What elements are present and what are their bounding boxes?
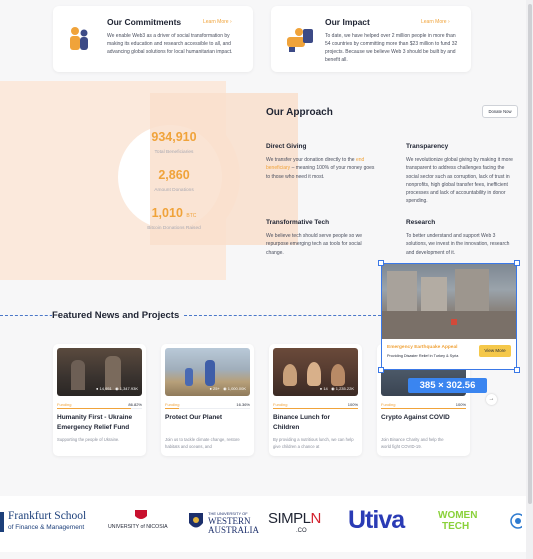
stat-value: 934,910 bbox=[151, 130, 197, 144]
stat-value: 2,860 bbox=[158, 168, 190, 182]
frankfurt-school-logo[interactable]: Frankfurt School of Finance & Management bbox=[0, 510, 98, 534]
donate-now-button[interactable]: Donate Now bbox=[482, 105, 518, 118]
commitments-text: We enable Web3 as a driver of social tra… bbox=[107, 33, 233, 55]
transparency-text: We revolutionize global giving by making… bbox=[406, 157, 513, 205]
un-emblem-icon bbox=[510, 513, 526, 529]
resize-handle[interactable] bbox=[514, 367, 520, 373]
chevron-right-icon: › bbox=[229, 19, 232, 25]
progress-percent: 16.36% bbox=[236, 402, 250, 407]
impact-text: To date, we have helped over 2 million p… bbox=[325, 33, 458, 63]
stat-label: Bitcoin Donations Raised bbox=[147, 226, 201, 231]
university-of-nicosia-logo[interactable]: UNIVERSITY of NICOSIA bbox=[108, 510, 176, 534]
card-description: Join Binance Charity and help the world … bbox=[381, 437, 444, 449]
research-text: To better understand and support Web 3 s… bbox=[406, 233, 510, 256]
impact-card: Our Impact Learn More › To date, we have… bbox=[271, 6, 471, 72]
user-icon: ● bbox=[96, 386, 99, 391]
logo-text: Utiva bbox=[348, 506, 405, 534]
simplon-logo[interactable]: SIMPLN .CO bbox=[268, 510, 338, 536]
news-card[interactable]: ● 25+ ◉ 1,000.00K Funding 16.36% Protect… bbox=[161, 344, 254, 456]
selection-outline bbox=[381, 263, 517, 370]
logo-text: Frankfurt School bbox=[8, 510, 87, 522]
logo-text: UNIVERSITY of NICOSIA bbox=[108, 524, 168, 530]
resize-handle[interactable] bbox=[514, 260, 520, 266]
user-icon: ● bbox=[319, 386, 323, 391]
progress-bar bbox=[57, 408, 142, 410]
resize-handle[interactable] bbox=[378, 367, 384, 373]
stat-unit: BTC bbox=[186, 213, 197, 219]
utiva-logo[interactable]: Utiva bbox=[348, 506, 426, 538]
uwa-logo[interactable]: THE UNIVERSITY OF WESTERN AUSTRALIA bbox=[188, 510, 259, 536]
featured-title: Featured News and Projects bbox=[52, 310, 184, 321]
logo-text: .CO bbox=[296, 528, 307, 534]
coin-icon: ◉ bbox=[223, 386, 227, 391]
logo-text: of Finance & Management bbox=[8, 524, 85, 531]
logo-text: AUSTRALIA bbox=[208, 525, 259, 535]
impact-title: Our Impact bbox=[325, 17, 370, 27]
womentech-logo[interactable]: WOMEN TECH bbox=[438, 510, 494, 536]
commitments-card: Our Commitments Learn More › We enable W… bbox=[53, 6, 253, 72]
hand-coin-icon bbox=[287, 28, 313, 52]
card-description: Supporting the people of Ukraine. bbox=[57, 437, 120, 442]
news-card[interactable]: ● 14,951 ◉ 1,347.93K Funding 86.82% Huma… bbox=[53, 344, 146, 456]
card-title: Crypto Against COVID bbox=[381, 414, 450, 421]
nicosia-crest-icon bbox=[135, 510, 147, 519]
partner-logos: Frankfurt School of Finance & Management… bbox=[0, 496, 533, 552]
transformative-tech-title: Transformative Tech bbox=[266, 219, 330, 226]
approach-title: Our Approach bbox=[266, 107, 333, 118]
direct-giving-title: Direct Giving bbox=[266, 143, 307, 150]
card-meta: ● 14,951 ◉ 1,347.93K bbox=[96, 386, 138, 391]
commitments-learn-more-link[interactable]: Learn More › bbox=[203, 19, 232, 25]
people-icon bbox=[70, 27, 88, 50]
progress-percent: 100% bbox=[347, 402, 358, 407]
transparency-title: Transparency bbox=[406, 143, 449, 150]
progress-bar bbox=[381, 408, 466, 410]
progress-bar bbox=[165, 408, 250, 410]
page-scrollbar[interactable] bbox=[526, 0, 533, 559]
transformative-tech-text: We believe tech should serve people so w… bbox=[266, 233, 363, 256]
logo-text: WOMEN bbox=[438, 510, 478, 521]
logo-text: SIMPLN bbox=[268, 510, 321, 527]
coin-icon: ◉ bbox=[115, 386, 119, 391]
scrollbar-thumb[interactable] bbox=[527, 4, 532, 504]
status-badge: Funding bbox=[165, 402, 180, 407]
news-card[interactable]: ● 14 ◉ 1,235.22K Funding 100% Binance Lu… bbox=[269, 344, 362, 456]
card-title: Protect Our Planet bbox=[165, 414, 223, 421]
card-meta: ● 25+ ◉ 1,000.00K bbox=[209, 386, 246, 391]
user-icon: ● bbox=[209, 386, 212, 391]
stat-label: Amount Donations bbox=[154, 188, 194, 193]
card-title: Humanity First - Ukraine Emergency Relie… bbox=[57, 414, 133, 431]
card-description: By providing a nutritious lunch, we can … bbox=[273, 437, 354, 449]
status-badge: Funding bbox=[57, 402, 72, 407]
card-description: Join us to tackle climate change, restor… bbox=[165, 437, 240, 449]
commitments-title: Our Commitments bbox=[107, 17, 182, 27]
carousel-next-button[interactable]: → bbox=[486, 394, 497, 405]
resize-handle[interactable] bbox=[378, 260, 384, 266]
coin-icon: ◉ bbox=[331, 386, 335, 391]
un-logo[interactable] bbox=[508, 512, 526, 535]
direct-giving-text: We transfer your donation directly to th… bbox=[266, 157, 375, 180]
card-meta: ● 14 ◉ 1,235.22K bbox=[319, 386, 354, 391]
logo-text: TECH bbox=[442, 521, 470, 532]
chevron-right-icon: › bbox=[447, 19, 450, 25]
status-badge: Funding bbox=[273, 402, 288, 407]
card-title: Binance Lunch for Children bbox=[273, 414, 331, 431]
progress-percent: 86.82% bbox=[128, 402, 142, 407]
arrow-right-icon: → bbox=[488, 396, 495, 402]
research-title: Research bbox=[406, 219, 436, 226]
dimensions-badge: 385 × 302.56 bbox=[408, 378, 487, 393]
impact-learn-more-link[interactable]: Learn More › bbox=[421, 19, 450, 25]
uwa-crest-icon bbox=[189, 513, 203, 528]
progress-percent: 100% bbox=[455, 402, 466, 407]
stat-value: 1,010 BTC bbox=[151, 206, 197, 220]
stat-label: Total Beneficiaries bbox=[154, 150, 194, 155]
status-badge: Funding bbox=[381, 402, 396, 407]
progress-bar bbox=[273, 408, 358, 410]
